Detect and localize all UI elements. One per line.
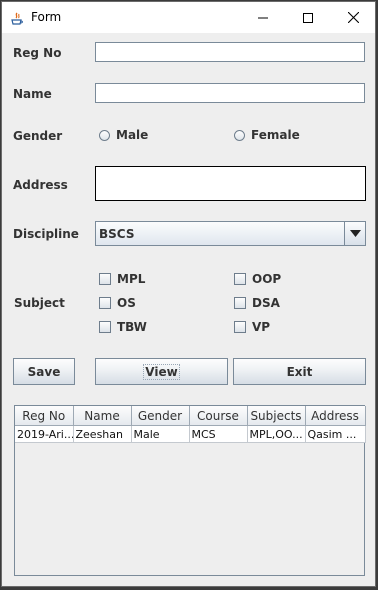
view-button-label: View — [143, 363, 180, 380]
view-button[interactable]: View — [95, 358, 228, 385]
discipline-combobox[interactable]: BSCS — [95, 221, 366, 246]
minimize-button[interactable] — [240, 2, 286, 33]
reg-no-label: Reg No — [13, 46, 62, 60]
subject-checkbox-tbw[interactable]: TBW — [99, 320, 147, 334]
subject-vp-label: VP — [252, 320, 271, 334]
maximize-icon — [303, 12, 313, 23]
subject-checkbox-dsa[interactable]: DSA — [234, 296, 280, 310]
minimize-icon — [258, 17, 268, 18]
window-title: Form — [31, 10, 62, 24]
table-cell[interactable]: MCS — [189, 425, 248, 443]
exit-button[interactable]: Exit — [233, 358, 366, 385]
checkbox-unchecked-icon — [234, 297, 246, 309]
address-label: Address — [13, 178, 68, 192]
discipline-label: Discipline — [13, 227, 79, 241]
subject-mpl-label: MPL — [117, 272, 146, 286]
subject-checkbox-os[interactable]: OS — [99, 296, 136, 310]
table-row[interactable]: 2019-Ari... Zeeshan Male MCS MPL,OO... Q… — [15, 425, 366, 443]
checkbox-unchecked-icon — [99, 273, 111, 285]
gender-female-label: Female — [251, 128, 300, 142]
column-header-name[interactable]: Name — [73, 406, 132, 426]
checkbox-unchecked-icon — [234, 273, 246, 285]
gender-label: Gender — [13, 129, 63, 143]
subject-label: Subject — [14, 296, 65, 310]
java-app-icon — [10, 11, 24, 25]
column-header-course[interactable]: Course — [189, 406, 248, 426]
column-header-address[interactable]: Address — [305, 406, 366, 426]
address-field[interactable] — [95, 166, 366, 201]
table-cell[interactable]: Qasim ... — [305, 425, 366, 443]
checkbox-unchecked-icon — [99, 297, 111, 309]
subject-os-label: OS — [117, 296, 136, 310]
close-button[interactable] — [330, 2, 376, 33]
subject-dsa-label: DSA — [252, 296, 280, 310]
subject-tbw-label: TBW — [117, 320, 147, 334]
subject-checkbox-vp[interactable]: VP — [234, 320, 270, 334]
gender-female-radio[interactable]: Female — [234, 128, 300, 142]
discipline-selected-value: BSCS — [99, 227, 135, 241]
table-cell[interactable]: 2019-Ari... — [15, 425, 74, 443]
table-cell[interactable]: MPL,OO... — [247, 425, 306, 443]
records-table[interactable]: Reg No Name Gender Course Subjects Addre… — [15, 406, 366, 443]
gender-male-label: Male — [116, 128, 149, 142]
subject-checkbox-mpl[interactable]: MPL — [99, 272, 145, 286]
maximize-button[interactable] — [285, 2, 331, 33]
name-label: Name — [13, 87, 52, 101]
dropdown-arrow-button[interactable] — [344, 222, 365, 245]
column-header-subjects[interactable]: Subjects — [247, 406, 306, 426]
checkbox-unchecked-icon — [234, 321, 246, 333]
records-table-scrollpane[interactable]: Reg No Name Gender Course Subjects Addre… — [14, 405, 366, 576]
save-button[interactable]: Save — [13, 358, 75, 385]
reg-no-field[interactable] — [95, 42, 365, 62]
column-header-gender[interactable]: Gender — [131, 406, 190, 426]
close-icon — [347, 12, 359, 23]
column-header-reg-no[interactable]: Reg No — [15, 406, 74, 426]
chevron-down-icon — [349, 230, 361, 237]
form-window: Form Reg No Name Gender Male Female Addr… — [1, 1, 376, 587]
name-field[interactable] — [95, 83, 365, 103]
radio-unchecked-icon — [99, 129, 110, 141]
table-header-row: Reg No Name Gender Course Subjects Addre… — [15, 406, 366, 426]
table-cell[interactable]: Male — [131, 425, 190, 443]
gender-male-radio[interactable]: Male — [99, 128, 148, 142]
subject-oop-label: OOP — [252, 272, 282, 286]
checkbox-unchecked-icon — [99, 321, 111, 333]
table-cell[interactable]: Zeeshan — [73, 425, 132, 443]
radio-unchecked-icon — [234, 129, 245, 141]
title-bar: Form — [2, 2, 375, 33]
subject-checkbox-oop[interactable]: OOP — [234, 272, 281, 286]
